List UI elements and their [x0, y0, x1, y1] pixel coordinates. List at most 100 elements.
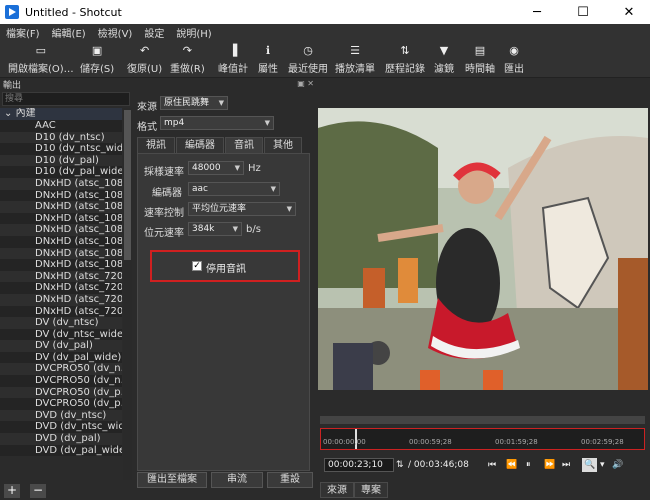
player-panel: 00:00:00;00 00:00:59;28 00:01:59;28 00:0… — [316, 78, 650, 500]
rewind-icon[interactable]: ⏪ — [506, 458, 517, 472]
save-button[interactable]: ▣ 儲存(S) — [80, 44, 114, 75]
grid-dropdown-icon[interactable]: ▾ — [600, 458, 605, 472]
preset-search-input[interactable]: 搜尋 — [2, 92, 130, 106]
current-timecode-input[interactable]: 00:00:23;10 — [324, 458, 394, 472]
video-preview[interactable] — [318, 108, 648, 390]
volume-icon[interactable]: 🔊 — [612, 458, 623, 472]
preset-list-item[interactable]: DV (dv_pal_wide) — [0, 351, 122, 364]
tab-audio[interactable]: 音訊 — [225, 137, 263, 153]
preset-list-item[interactable]: DV (dv_ntsc) — [0, 317, 122, 329]
preset-list-item[interactable]: DNxHD (atsc_720… — [0, 282, 122, 294]
menu-help[interactable]: 說明(H) — [170, 25, 217, 40]
preset-list-item[interactable]: DVD (dv_pal_wide) — [0, 444, 122, 457]
preset-list-item[interactable]: DNxHD (atsc_108… — [0, 201, 122, 213]
preset-list-item[interactable]: D10 (dv_ntsc_wide) — [0, 143, 122, 155]
preset-list-item[interactable]: DNxHD (atsc_108… — [0, 212, 122, 225]
sample-rate-combo[interactable]: 48000 ▼ — [188, 161, 244, 175]
bitrate-combo[interactable]: 384k ▼ — [188, 222, 242, 236]
preset-list-item[interactable]: AAC — [0, 120, 122, 132]
undo-button[interactable]: ↶ 復原(U) — [127, 44, 162, 75]
zoom-icon[interactable]: 🔍 — [582, 458, 598, 472]
ruler-tick: 00:00:00;00 — [323, 438, 366, 446]
preset-list-item[interactable]: DVD (dv_pal) — [0, 433, 122, 445]
playlist-button[interactable]: ☰ 播放清單 — [335, 44, 375, 75]
panel-float-close-icons[interactable]: ▣ ✕ — [297, 79, 314, 88]
export-button[interactable]: ◉ 匯出 — [504, 44, 524, 75]
preset-list-item[interactable]: DNxHD (atsc_108… — [0, 189, 122, 202]
timecode-arrows-icon[interactable]: ⇅ — [396, 458, 404, 472]
preset-list-item[interactable]: DVCPRO50 (dv_n… — [0, 375, 122, 387]
meter-icon: ▐ — [228, 44, 238, 57]
menu-edit[interactable]: 編輯(E) — [46, 25, 92, 40]
preset-list-item[interactable]: DVD (dv_ntsc_wide) — [0, 421, 122, 434]
preset-list-item[interactable]: D10 (dv_pal_wide) — [0, 166, 122, 178]
timeline-button[interactable]: ▤ 時間軸 — [465, 44, 495, 75]
dropdown-arrow-icon: ▼ — [232, 225, 238, 233]
collapse-arrow-icon: ⌄ — [4, 108, 13, 119]
skip-previous-icon[interactable]: ⏮ — [488, 458, 496, 472]
disable-audio-label[interactable]: 停用音訊 — [206, 260, 246, 275]
history-button[interactable]: ⇅ 歷程記錄 — [385, 44, 425, 75]
sample-rate-label: 採樣速率 — [144, 167, 184, 178]
rate-control-combo[interactable]: 平均位元速率 ▼ — [188, 202, 296, 216]
filters-button[interactable]: ▼ 濾鏡 — [434, 44, 454, 75]
properties-button[interactable]: ℹ 屬性 — [258, 44, 278, 75]
audio-codec-combo[interactable]: aac ▼ — [188, 182, 280, 196]
preset-list-item[interactable]: DNxHD (atsc_720… — [0, 293, 122, 306]
tab-other[interactable]: 其他 — [264, 137, 302, 153]
export-icon: ◉ — [509, 44, 519, 57]
timeline-ruler[interactable]: 00:00:00;00 00:00:59;28 00:01:59;28 00:0… — [320, 428, 645, 450]
preset-list-item[interactable]: D10 (dv_pal) — [0, 154, 122, 167]
peak-meter-button[interactable]: ▐ 峰值計 — [218, 44, 248, 75]
scroll-thumb[interactable] — [124, 110, 131, 260]
redo-icon: ↷ — [182, 44, 192, 57]
export-file-button[interactable]: 匯出至檔案 — [137, 472, 207, 488]
reset-button[interactable]: 重設 — [267, 472, 313, 488]
preset-list-item[interactable]: DVCPRO50 (dv_n… — [0, 363, 122, 376]
format-combo[interactable]: mp4 ▼ — [160, 116, 274, 130]
add-preset-button[interactable]: + — [4, 484, 20, 498]
preset-list-item[interactable]: DNxHD (atsc_108… — [0, 259, 122, 271]
preset-list-item[interactable]: D10 (dv_ntsc) — [0, 131, 122, 144]
remove-preset-button[interactable]: − — [30, 484, 46, 498]
source-label: 來源 — [137, 102, 157, 113]
maximize-button[interactable]: ☐ — [560, 0, 606, 24]
tree-root-builtin[interactable]: ⌄ 內建 — [0, 108, 122, 120]
fast-forward-icon[interactable]: ⏩ — [544, 458, 555, 472]
preset-list-item[interactable]: DNxHD (atsc_108… — [0, 224, 122, 236]
tab-codec[interactable]: 編碼器 — [176, 137, 224, 153]
stream-button[interactable]: 串流 — [211, 472, 263, 488]
menu-settings[interactable]: 設定 — [138, 25, 170, 40]
preset-list-item[interactable]: DNxHD (atsc_108… — [0, 177, 122, 190]
preset-list-item[interactable]: DV (dv_pal) — [0, 340, 122, 352]
preset-list-item[interactable]: DNxHD (atsc_108… — [0, 247, 122, 260]
minimize-button[interactable]: ─ — [514, 0, 560, 24]
preset-list-item[interactable]: DNxHD (atsc_108… — [0, 235, 122, 248]
panel-title: 輸出 — [0, 78, 133, 91]
tab-source[interactable]: 來源 — [320, 482, 354, 498]
open-file-button[interactable]: ▭ 開啟檔案(O)… — [8, 44, 74, 75]
pause-icon[interactable]: ⏸ — [526, 458, 531, 472]
tab-project[interactable]: 專案 — [354, 482, 388, 498]
preset-list-item[interactable]: DV (dv_ntsc_wide) — [0, 328, 122, 341]
preset-list-item[interactable]: DVCPRO50 (dv_p… — [0, 386, 122, 399]
disable-audio-checkbox[interactable]: ✓ — [192, 261, 202, 271]
redo-button[interactable]: ↷ 重做(R) — [170, 44, 205, 75]
settings-tabs: 視訊 編碼器 音訊 其他 — [137, 137, 303, 153]
preset-list-item[interactable]: DVCPRO50 (dv_p… — [0, 398, 122, 410]
skip-next-icon[interactable]: ⏭ — [562, 458, 570, 472]
filter-icon: ▼ — [439, 44, 449, 57]
preset-scrollbar[interactable] — [123, 108, 132, 480]
dancer-video-frame — [318, 108, 648, 390]
menu-view[interactable]: 檢視(V) — [92, 25, 139, 40]
recent-button[interactable]: ◷ 最近使用 — [288, 44, 328, 75]
shotcut-logo-icon — [5, 5, 19, 19]
source-combo[interactable]: 原住民跳舞 ▼ — [160, 96, 228, 110]
menu-file[interactable]: 檔案(F) — [0, 25, 46, 40]
scrub-bar[interactable] — [320, 416, 645, 424]
close-button[interactable]: ✕ — [606, 0, 650, 24]
preset-list-item[interactable]: DNxHD (atsc_720… — [0, 305, 122, 318]
preset-list-item[interactable]: DVD (dv_ntsc) — [0, 409, 122, 422]
tab-video[interactable]: 視訊 — [137, 137, 175, 153]
preset-list-item[interactable]: DNxHD (atsc_720… — [0, 270, 122, 283]
